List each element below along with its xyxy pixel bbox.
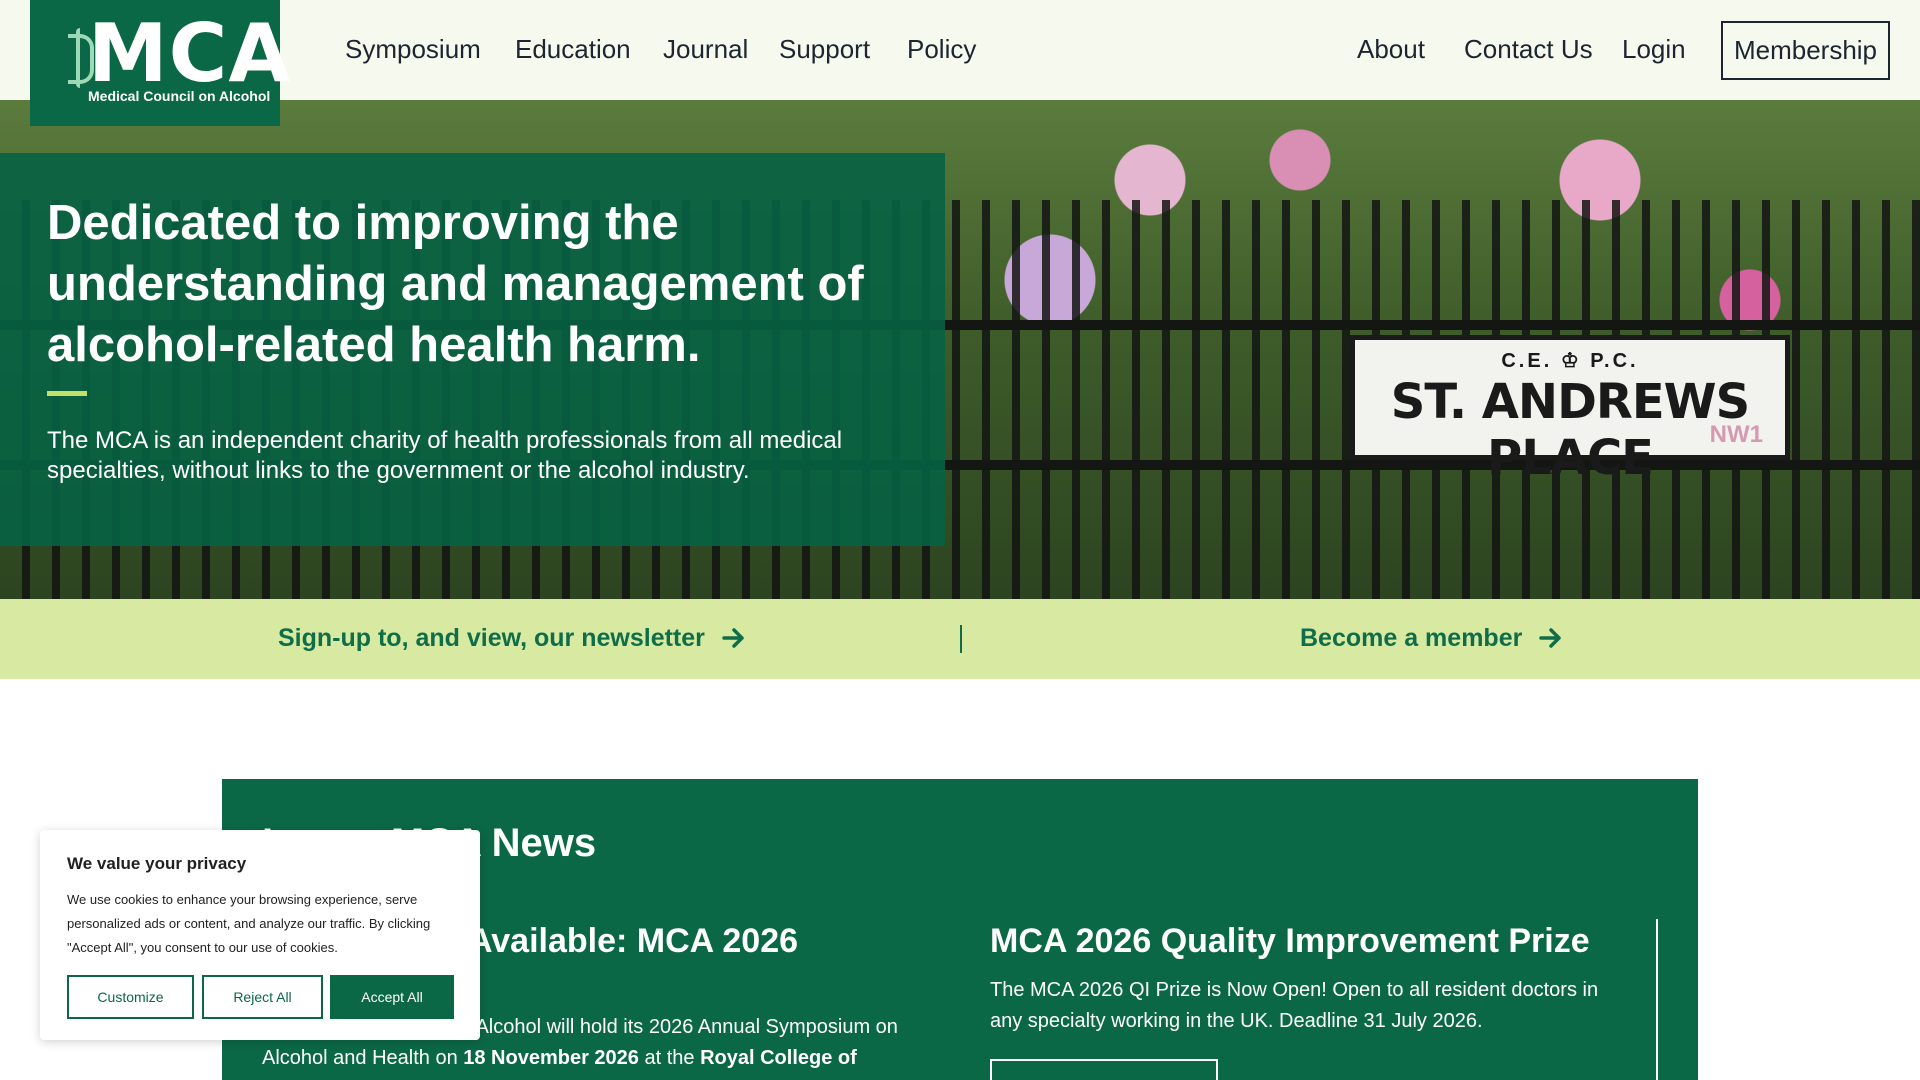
cta-divider [960,625,962,653]
nav-about[interactable]: About [1357,34,1425,65]
nav-support[interactable]: Support [779,34,870,65]
cookie-consent-banner: We value your privacy We use cookies to … [40,830,480,1040]
newsletter-label: Sign-up to, and view, our newsletter [278,624,705,652]
hero-text: The MCA is an independent charity of hea… [47,427,843,484]
street-sign: C.E. ♔ P.C. ST. ANDREWS PLACE NW1 [1350,335,1790,486]
cookie-customize-button[interactable]: Customize [67,975,194,1019]
news-item-2-text: The MCA 2026 QI Prize is Now Open! Open … [990,979,1599,1032]
site-header: MCA Medical Council on Alcohol Symposium… [0,0,1920,126]
news-item-2-button[interactable] [990,1059,1218,1080]
membership-button[interactable]: Membership [1721,21,1890,80]
nav-contact-us[interactable]: Contact Us [1464,34,1593,65]
cookie-text: We use cookies to enhance your browsing … [67,892,431,955]
cookie-accept-button[interactable]: Accept All [330,975,454,1019]
hero-accent-line [47,391,87,396]
news-item-2-title[interactable]: MCA 2026 Quality Improvement Prize [990,922,1590,961]
hero-banner: C.E. ♔ P.C. ST. ANDREWS PLACE NW1 Dedica… [0,100,1920,599]
news-item-1-venue: Royal College of [700,1047,857,1069]
news-divider [1656,919,1658,1080]
news-item-1-text-b: at the [638,1047,701,1069]
nav-education[interactable]: Education [515,34,631,65]
nav-symposium[interactable]: Symposium [345,34,481,65]
cookie-reject-button[interactable]: Reject All [202,975,323,1019]
nav-journal[interactable]: Journal [663,34,748,65]
become-member-label: Become a member [1300,624,1523,652]
hero-panel: Dedicated to improving the understanding… [0,153,945,546]
logo-subtitle: Medical Council on Alcohol [88,88,271,104]
caduceus-icon [68,28,94,88]
arrow-right-icon [1539,628,1562,648]
cta-band: Sign-up to, and view, our newsletter Bec… [0,599,1920,679]
news-item-1-date: 18 November 2026 [463,1047,639,1069]
site-logo[interactable]: MCA Medical Council on Alcohol [30,0,290,126]
nav-login[interactable]: Login [1622,34,1686,65]
arrow-right-icon [722,628,744,648]
sign-top: C.E. ♔ P.C. [1501,350,1639,372]
newsletter-link[interactable]: Sign-up to, and view, our newsletter [278,624,746,653]
sign-code: NW1 [1709,421,1763,448]
hero-title: Dedicated to improving the understanding… [47,196,864,372]
cookie-title: We value your privacy [67,854,247,873]
logo-text: MCA [88,7,292,100]
become-member-link[interactable]: Become a member [1300,624,1563,653]
nav-policy[interactable]: Policy [907,34,976,65]
